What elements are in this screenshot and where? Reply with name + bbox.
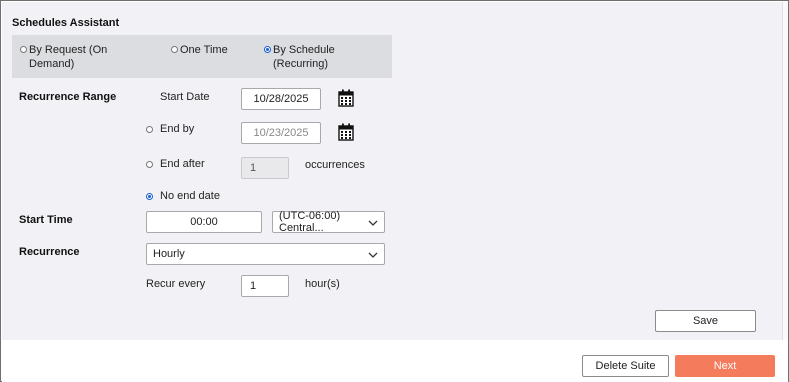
mode-option-by-request[interactable]: By Request (On Demand) [20, 43, 119, 71]
occurrences-label: occurrences [305, 159, 365, 171]
save-button[interactable]: Save [655, 310, 756, 332]
start-date-input[interactable] [241, 88, 321, 110]
timezone-select[interactable]: (UTC-06:00) Central... [272, 210, 385, 234]
end-after-occurrences-input[interactable] [241, 157, 289, 179]
chevron-down-icon [368, 252, 378, 258]
form-panel: Schedules Assistant By Request (On Deman… [2, 2, 782, 340]
chevron-down-icon [368, 220, 378, 226]
start-date-label: Start Date [160, 91, 210, 103]
recurrence-frequency-value: Hourly [153, 248, 185, 260]
no-end-date-radio[interactable] [146, 192, 153, 200]
delete-suite-button[interactable]: Delete Suite [582, 355, 669, 377]
recurrence-label: Recurrence [19, 246, 80, 258]
page-title: Schedules Assistant [12, 17, 120, 29]
recur-every-input[interactable] [241, 275, 289, 297]
end-by-radio[interactable] [146, 125, 153, 133]
recur-every-label: Recur every [146, 278, 206, 290]
start-time-label: Start Time [19, 214, 73, 226]
mode-label-by-schedule: By Schedule (Recurring) [273, 44, 335, 70]
end-by-date-input[interactable] [241, 122, 321, 144]
mode-radio-one-time[interactable] [171, 46, 178, 53]
mode-radio-by-schedule[interactable] [264, 46, 271, 53]
calendar-icon[interactable] [338, 89, 354, 107]
end-after-option[interactable]: End after [146, 158, 205, 170]
end-by-label: End by [160, 123, 195, 135]
no-end-date-option[interactable]: No end date [146, 190, 220, 202]
schedule-mode-selector: By Request (On Demand) One Time By Sched… [12, 35, 392, 78]
mode-label-one-time: One Time [180, 44, 228, 56]
recurrence-frequency-select[interactable]: Hourly [146, 243, 385, 265]
next-button[interactable]: Next [675, 355, 775, 377]
footer-bar: Delete Suite Next [2, 340, 788, 382]
end-after-label: End after [160, 158, 205, 170]
end-after-radio[interactable] [146, 160, 153, 168]
recurrence-range-label: Recurrence Range [19, 91, 117, 103]
calendar-icon[interactable] [338, 123, 354, 141]
mode-radio-by-request[interactable] [20, 46, 27, 53]
vertical-scrollbar[interactable] [782, 2, 788, 340]
schedules-assistant-window: Schedules Assistant By Request (On Deman… [0, 0, 789, 382]
start-time-input[interactable] [146, 211, 262, 233]
no-end-date-label: No end date [160, 190, 220, 202]
end-by-option[interactable]: End by [146, 123, 194, 135]
mode-label-by-request: By Request (On Demand) [29, 44, 108, 70]
mode-option-by-schedule[interactable]: By Schedule (Recurring) [264, 43, 343, 71]
mode-option-one-time[interactable]: One Time [171, 43, 270, 57]
recur-unit-label: hour(s) [305, 278, 340, 290]
